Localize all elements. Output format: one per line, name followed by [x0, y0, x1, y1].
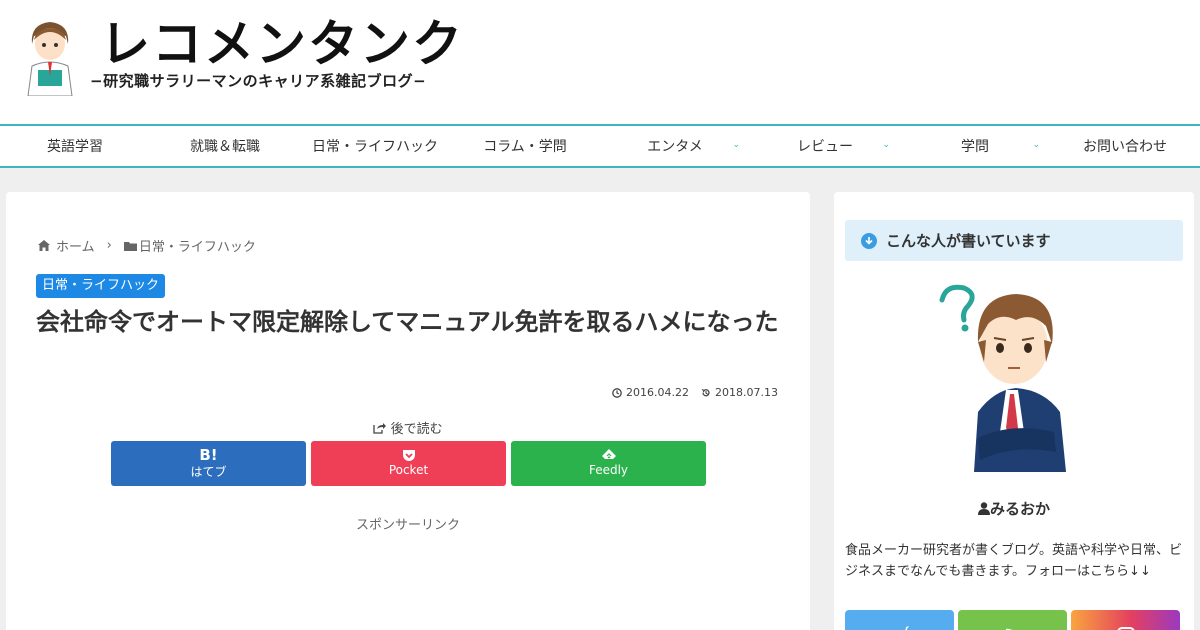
instagram-follow-button[interactable] [1071, 610, 1180, 630]
arrow-down-circle-icon [861, 232, 877, 249]
nav-label: コラム・学問 [483, 139, 567, 155]
published-date: 2016.04.22 [626, 386, 690, 399]
pocket-label: Pocket [388, 463, 429, 477]
history-icon [701, 388, 710, 396]
nav-item-lifehack[interactable]: 日常・ライフハック [300, 126, 450, 166]
read-later-label: 後で読む [390, 422, 443, 437]
author-description: 食品メーカー研究者が書くブログ。英語や科学や日常、ビジネスまでなんでも書きます。… [845, 543, 1182, 579]
nav-label: 英語学習 [47, 139, 103, 155]
nav-label: お問い合わせ [1083, 139, 1167, 155]
breadcrumb-home[interactable]: ホーム [56, 236, 95, 255]
nav-label: エンタメ [647, 139, 703, 155]
pocket-share-button[interactable]: Pocket [311, 441, 506, 486]
feedly-share-button[interactable]: Feedly [511, 441, 706, 486]
feedly-icon [601, 449, 616, 459]
feedly-label: Feedly [588, 463, 629, 477]
breadcrumb-category[interactable]: 日常・ライフハック [139, 236, 256, 255]
nav-item-career[interactable]: 就職＆転職 [150, 126, 300, 166]
rss-follow-button[interactable] [958, 610, 1067, 630]
nav-label: レビュー [797, 139, 853, 155]
hatebu-label: はてブ [190, 465, 227, 479]
chevron-down-icon: ⌄ [1032, 140, 1040, 150]
widget-title: こんな人が書いています [845, 220, 1183, 261]
updated-date: 2018.07.13 [715, 386, 778, 399]
sidebar-author-widget: こんな人が書いています みるおか 食品メーカー研究者が書くブログ。英語や科学や日… [834, 192, 1194, 630]
share-external-icon [373, 423, 387, 434]
article-card: ホーム › 日常・ライフハック 日常・ライフハック 会社命令でオートマ限定解除し… [6, 192, 810, 630]
hatebu-share-button[interactable]: B! はてブ [111, 441, 306, 486]
user-icon [977, 502, 990, 515]
read-later: 後で読む [6, 418, 810, 437]
nav-item-english[interactable]: 英語学習 [0, 126, 150, 166]
nav-item-review[interactable]: レビュー ⌄ [750, 126, 900, 166]
site-subtitle: −研究職サラリーマンのキャリア系雑記ブログ− [90, 72, 427, 90]
twitter-follow-button[interactable] [845, 610, 954, 630]
post-title: 会社命令でオートマ限定解除してマニュアル免許を取るハメになった [36, 308, 779, 336]
pocket-icon [402, 450, 415, 461]
nav-item-column[interactable]: コラム・学問 [450, 126, 600, 166]
chevron-right-icon: › [106, 238, 112, 253]
nav-item-contact[interactable]: お問い合わせ [1050, 126, 1200, 166]
rss-icon [1005, 628, 1012, 630]
chevron-down-icon: ⌄ [732, 140, 740, 150]
widget-title-label: こんな人が書いています [886, 232, 1051, 250]
twitter-icon [904, 626, 909, 630]
global-nav: 英語学習 就職＆転職 日常・ライフハック コラム・学問 エンタメ ⌄ レビュー ⌄ … [0, 124, 1200, 168]
category-badge[interactable]: 日常・ライフハック [36, 274, 166, 298]
folder-icon [123, 241, 137, 251]
home-icon [38, 240, 50, 251]
instagram-icon [1116, 627, 1135, 630]
hatebu-icon: B! [199, 446, 218, 464]
nav-item-entertainment[interactable]: エンタメ ⌄ [600, 126, 750, 166]
nav-item-academics[interactable]: 学問 ⌄ [900, 126, 1050, 166]
author-name: みるおか [834, 498, 1194, 519]
author-name-label: みるおか [989, 500, 1050, 518]
sponsor-label: スポンサーリンク [355, 518, 460, 533]
follow-buttons [845, 610, 1180, 630]
nav-label: 学問 [961, 139, 989, 155]
share-buttons: B! はてブ Pocket Feedly [111, 441, 706, 486]
nav-label: 就職＆転職 [190, 139, 260, 155]
post-dates: 2016.04.22 2018.07.13 [612, 386, 778, 399]
logo-character-icon[interactable] [22, 16, 78, 96]
site-header: レコメンタンク −研究職サラリーマンのキャリア系雑記ブログ− [0, 0, 1200, 124]
breadcrumb: ホーム › 日常・ライフハック [38, 236, 256, 255]
clock-icon [612, 387, 622, 398]
site-title[interactable]: レコメンタンク [100, 14, 464, 74]
chevron-down-icon: ⌄ [882, 140, 890, 150]
nav-label: 日常・ライフハック [312, 139, 438, 155]
author-avatar [939, 284, 1066, 472]
